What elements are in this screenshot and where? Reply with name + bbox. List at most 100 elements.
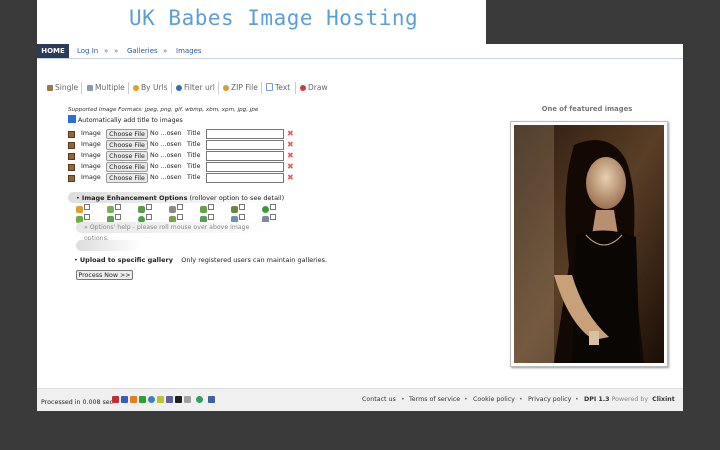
enhancement-options-header[interactable]: • Image Enhancement Options (rollover op…	[68, 192, 284, 203]
badge-icon[interactable]	[166, 396, 173, 403]
title-label: Title	[187, 163, 201, 170]
site-title[interactable]: UK Babes Image Hosting	[129, 6, 418, 30]
choose-file-button[interactable]: Choose File	[106, 173, 148, 183]
enhancement-option[interactable]	[169, 204, 185, 214]
remove-row-icon[interactable]: ✖	[287, 140, 294, 149]
choose-file-button[interactable]: Choose File	[106, 140, 148, 150]
featured-image[interactable]	[510, 121, 668, 367]
option-checkbox[interactable]	[270, 214, 276, 220]
enhancement-title: Image Enhancement Options	[81, 194, 188, 202]
gallery-label[interactable]: Upload to specific gallery	[80, 256, 173, 264]
top-nav: HOME Log In » » Galleries » Images	[37, 44, 683, 59]
footer-link-privacy[interactable]: Privacy policy	[528, 396, 571, 403]
enhancement-subtitle: (rollover option to see detail)	[189, 194, 285, 202]
image-label: Image	[81, 130, 101, 137]
footer-separator: •	[575, 396, 579, 403]
tab-label: Text	[275, 83, 291, 92]
enhancement-option[interactable]	[200, 204, 216, 214]
auto-title-checkbox[interactable]	[68, 115, 76, 123]
tab-text[interactable]: Text	[266, 82, 290, 94]
nav-galleries[interactable]: Galleries	[127, 44, 158, 58]
option-checkbox[interactable]	[239, 214, 245, 220]
image-label: Image	[81, 174, 101, 181]
image-icon	[68, 164, 75, 171]
badge-icon[interactable]	[157, 396, 164, 403]
collapsed-section[interactable]	[76, 240, 142, 251]
image-icon	[68, 131, 75, 138]
option-checkbox[interactable]	[270, 204, 276, 210]
gallery-note: Only registered users can maintain galle…	[181, 256, 328, 264]
option-checkbox[interactable]	[208, 204, 214, 210]
badge-icon[interactable]	[112, 396, 119, 403]
option-checkbox[interactable]	[177, 214, 183, 220]
badge-icon[interactable]	[175, 396, 182, 403]
option-icon	[169, 206, 176, 213]
file-status: No ...osen	[150, 163, 182, 170]
file-status: No ...osen	[150, 130, 182, 137]
option-checkbox[interactable]	[177, 204, 183, 210]
gallery-option: • Upload to specific gallery Only regist…	[74, 256, 328, 264]
badge-icon[interactable]	[130, 396, 137, 403]
option-checkbox[interactable]	[146, 204, 152, 210]
title-input[interactable]	[206, 151, 284, 161]
badge-icon[interactable]	[139, 396, 146, 403]
main-page: HOME Log In » » Galleries » Images Singl…	[37, 44, 683, 411]
title-label: Title	[187, 152, 201, 159]
choose-file-button[interactable]: Choose File	[106, 162, 148, 172]
file-status: No ...osen	[150, 152, 182, 159]
badge-icon[interactable]	[121, 396, 128, 403]
tab-multiple[interactable]: Multiple	[87, 82, 125, 94]
enhancement-option[interactable]	[138, 204, 154, 214]
tab-divider	[128, 82, 129, 94]
option-checkbox[interactable]	[115, 204, 121, 210]
footer-link-terms[interactable]: Terms of service	[409, 396, 460, 403]
tab-single[interactable]: Single	[47, 82, 78, 94]
title-input[interactable]	[206, 140, 284, 150]
tab-divider	[81, 82, 82, 94]
process-now-button[interactable]: Process Now >>	[76, 270, 133, 280]
remove-row-icon[interactable]: ✖	[287, 162, 294, 171]
title-input[interactable]	[206, 162, 284, 172]
auto-title-option[interactable]: Automatically add title to images	[68, 115, 183, 124]
badge-icon[interactable]	[196, 396, 203, 403]
nav-login[interactable]: Log In	[77, 44, 98, 58]
footer-link-contact[interactable]: Contact us	[362, 396, 396, 403]
image-icon	[68, 175, 75, 182]
option-checkbox[interactable]	[239, 204, 245, 210]
option-checkbox[interactable]	[208, 214, 214, 220]
title-input[interactable]	[206, 129, 284, 139]
brand-link[interactable]: Clixint	[652, 396, 675, 403]
file-status: No ...osen	[150, 174, 182, 181]
title-input[interactable]	[206, 173, 284, 183]
option-checkbox[interactable]	[115, 214, 121, 220]
option-icon	[231, 206, 238, 213]
nav-home[interactable]: HOME	[37, 44, 69, 58]
choose-file-button[interactable]: Choose File	[106, 129, 148, 139]
tab-filter-url[interactable]: Filter url	[176, 82, 215, 94]
badge-icon[interactable]	[184, 396, 191, 403]
choose-file-button[interactable]: Choose File	[106, 151, 148, 161]
enhancement-option[interactable]	[76, 204, 92, 214]
footer-link-cookie[interactable]: Cookie policy	[473, 396, 515, 403]
enhancement-option[interactable]	[107, 204, 123, 214]
tab-zip-file[interactable]: ZIP File	[223, 82, 258, 94]
text-icon	[266, 83, 273, 91]
enhancement-option[interactable]	[231, 204, 247, 214]
remove-row-icon[interactable]: ✖	[287, 151, 294, 160]
powered-by: Powered by	[611, 396, 649, 403]
badge-icon[interactable]	[148, 396, 155, 403]
enhancement-text: • Image Enhancement Options (rollover op…	[76, 194, 285, 202]
option-checkbox[interactable]	[84, 214, 90, 220]
nav-separator: »	[114, 47, 119, 55]
badge-icon[interactable]	[208, 396, 215, 403]
remove-row-icon[interactable]: ✖	[287, 173, 294, 182]
enhancement-option[interactable]	[262, 204, 278, 214]
option-checkbox[interactable]	[84, 204, 90, 210]
tab-divider	[295, 82, 296, 94]
tab-draw[interactable]: Draw	[300, 82, 328, 94]
nav-images[interactable]: Images	[176, 44, 202, 58]
option-checkbox[interactable]	[146, 214, 152, 220]
image-label: Image	[81, 141, 101, 148]
remove-row-icon[interactable]: ✖	[287, 129, 294, 138]
tab-by-urls[interactable]: By Urls	[133, 82, 168, 94]
